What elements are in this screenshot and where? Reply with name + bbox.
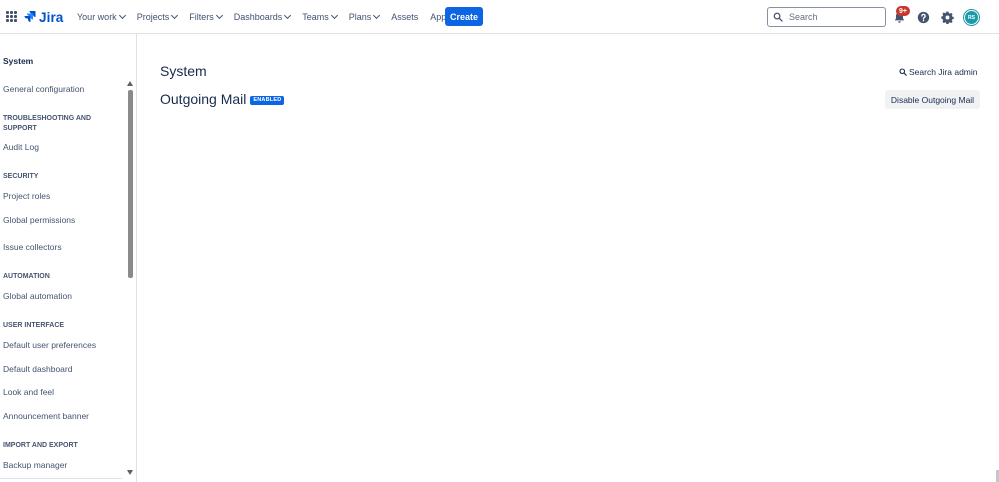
search-admin-link[interactable]: Search Jira admin [899, 67, 978, 77]
jira-logo-icon [24, 11, 36, 22]
nav-assets-label: Assets [391, 12, 419, 22]
nav-dashboards-label: Dashboards [233, 12, 283, 22]
disable-outgoing-mail-button[interactable]: Disable Outgoing Mail [885, 90, 980, 109]
chevron-down-icon [373, 11, 381, 20]
nav-filters-label: Filters [189, 12, 214, 22]
sidebar-item-issue-collectors[interactable]: Issue collectors [3, 242, 62, 252]
logo-text: Jira [39, 9, 64, 25]
sidebar-item-backup-manager[interactable]: Backup manager [3, 460, 67, 470]
nav-projects-label: Projects [136, 12, 170, 22]
sidebar-item-global-permissions[interactable]: Global permissions [3, 215, 75, 225]
nav-filters[interactable]: Filters [189, 11, 223, 22]
sidebar-scrollbar-thumb[interactable] [128, 90, 133, 278]
sidebar-heading-import-export: IMPORT AND EXPORT [3, 442, 78, 449]
settings-button[interactable] [939, 9, 955, 25]
nav-plans[interactable]: Plans [348, 11, 381, 22]
nav-assets[interactable]: Assets [391, 12, 418, 22]
nav-your-work[interactable]: Your work [77, 11, 126, 22]
status-badge: ENABLED [250, 96, 285, 105]
chevron-down-icon [171, 11, 179, 20]
nav-teams-label: Teams [302, 12, 329, 22]
search-input[interactable] [789, 12, 879, 22]
sidebar-item-look-and-feel[interactable]: Look and feel [3, 387, 54, 397]
section-title: Outgoing Mail [160, 91, 247, 107]
sidebar-divider [0, 478, 122, 479]
nav-projects[interactable]: Projects [136, 11, 179, 22]
sidebar-item-default-user-preferences[interactable]: Default user preferences [3, 340, 96, 350]
search-icon [773, 12, 783, 22]
nav-dashboards[interactable]: Dashboards [233, 11, 292, 22]
nav-plans-label: Plans [348, 12, 372, 22]
chevron-down-icon [118, 11, 126, 20]
gear-icon [940, 10, 954, 24]
search-icon [899, 68, 907, 76]
search-admin-label: Search Jira admin [909, 67, 978, 77]
nav-your-work-label: Your work [77, 12, 117, 22]
section-header: Outgoing Mail ENABLED [160, 91, 285, 107]
sidebar-heading-troubleshooting: TROUBLESHOOTING AND SUPPORT [3, 115, 92, 132]
top-navigation: Jira Your work Projects Filters Dashboar… [0, 0, 999, 34]
jira-logo[interactable]: Jira [24, 9, 63, 25]
scroll-up-arrow-icon[interactable] [127, 81, 133, 86]
sidebar-item-audit-log[interactable]: Audit Log [3, 142, 39, 152]
sidebar-item-default-dashboard[interactable]: Default dashboard [3, 364, 72, 374]
admin-sidebar: System General configuration TROUBLESHOO… [0, 34, 137, 482]
help-button[interactable] [915, 9, 931, 25]
sidebar-heading-security: SECURITY [3, 173, 39, 180]
chevron-down-icon [215, 11, 223, 20]
sidebar-heading-automation: AUTOMATION [3, 273, 50, 280]
sidebar-item-announcement-banner[interactable]: Announcement banner [3, 411, 89, 421]
notification-count-badge: 9+ [896, 6, 910, 16]
sidebar-item-project-roles[interactable]: Project roles [3, 191, 50, 201]
user-avatar[interactable]: RS [964, 10, 979, 25]
primary-nav: Your work Projects Filters Dashboards Te… [77, 0, 460, 34]
chevron-down-icon [284, 11, 292, 20]
search-box[interactable] [767, 7, 886, 27]
help-icon [917, 11, 929, 23]
sidebar-item-global-automation[interactable]: Global automation [3, 291, 72, 301]
page-title: System [160, 63, 207, 79]
sidebar-title: System [3, 56, 34, 66]
app-switcher-icon[interactable] [6, 11, 17, 22]
sidebar-heading-user-interface: USER INTERFACE [3, 322, 65, 329]
nav-teams[interactable]: Teams [302, 11, 338, 22]
sidebar-item-general-configuration[interactable]: General configuration [3, 84, 84, 94]
scroll-down-arrow-icon[interactable] [127, 470, 133, 475]
chevron-down-icon [330, 11, 338, 20]
create-button[interactable]: Create [445, 7, 483, 26]
